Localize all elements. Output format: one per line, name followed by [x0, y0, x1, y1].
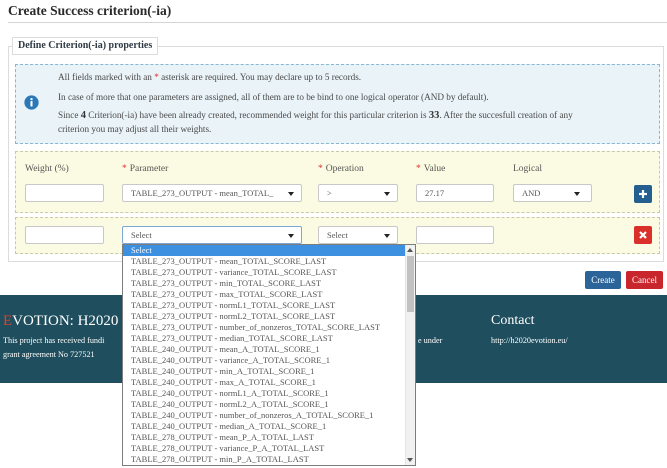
notice-text: All fields marked with an	[58, 72, 155, 82]
info-notice: All fields marked with an * asterisk are…	[15, 64, 660, 144]
value-input[interactable]	[416, 184, 494, 202]
column-header-label: Parameter	[129, 164, 169, 174]
notice-line-adjust-weights: criterion you may adjust all their weigh…	[58, 124, 212, 134]
page-title: Create Success criterion(-ia)	[8, 3, 172, 18]
dropdown-option[interactable]: TABLE_278_OUTPUT - variance_P_A_TOTAL_LA…	[123, 443, 405, 454]
parameter-dropdown-list[interactable]: Select TABLE_273_OUTPUT - mean_TOTAL_SCO…	[122, 244, 416, 466]
dropdown-option[interactable]: TABLE_273_OUTPUT - normL1_TOTAL_SCORE_LA…	[123, 300, 405, 311]
brand-name: VOTION: H2020	[12, 313, 119, 329]
funding-text: This project has received fundi	[3, 336, 105, 345]
criterion-row: Weight (%) * Parameter * Operation * Value …	[15, 151, 660, 213]
column-header-parameter: * Parameter	[122, 163, 168, 175]
required-asterisk: *	[416, 164, 421, 174]
dropdown-option[interactable]: TABLE_273_OUTPUT - number_of_nonzeros_TO…	[123, 322, 405, 333]
dropdown-scrollbar[interactable]	[405, 245, 415, 465]
parameter-select[interactable]: Select	[122, 226, 302, 244]
funding-text: e under	[418, 336, 443, 345]
notice-text: Since	[58, 110, 81, 120]
parameter-select[interactable]: TABLE_273_OUTPUT - mean_TOTAL_	[122, 184, 302, 202]
footer-brand: EVOTION: H2020	[3, 313, 118, 330]
operation-select-value: Select	[327, 230, 348, 240]
scrollbar-thumb[interactable]	[407, 256, 414, 312]
parameter-select-value: TABLE_273_OUTPUT - mean_TOTAL_	[131, 188, 274, 198]
weight-input[interactable]	[25, 184, 104, 202]
recommended-weight: 33	[428, 110, 440, 121]
weight-input[interactable]	[25, 226, 104, 244]
dropdown-option[interactable]: TABLE_240_OUTPUT - median_A_TOTAL_SCORE_…	[123, 421, 405, 432]
title-divider	[8, 22, 667, 23]
notice-line-recommended-weight: Since 4 Criterion(-ia) have been already…	[58, 109, 573, 122]
dropdown-option[interactable]: TABLE_273_OUTPUT - mean_TOTAL_SCORE_LAST	[123, 256, 405, 267]
dropdown-option[interactable]: TABLE_278_OUTPUT - min_P_A_TOTAL_LAST	[123, 454, 405, 465]
dropdown-options: Select TABLE_273_OUTPUT - mean_TOTAL_SCO…	[123, 245, 405, 465]
dropdown-option[interactable]: TABLE_240_OUTPUT - normL2_A_TOTAL_SCORE_…	[123, 399, 405, 410]
contact-heading: Contact	[491, 313, 535, 328]
notice-line-logical-operator: In case of more that one parameters are …	[58, 92, 489, 102]
add-row-button[interactable]	[634, 185, 652, 203]
operation-select[interactable]: >	[318, 184, 398, 202]
notice-text: Criterion(-ia) have been already created…	[85, 110, 429, 120]
chevron-down-icon	[384, 234, 390, 238]
operation-select-value: >	[327, 188, 332, 198]
dropdown-option[interactable]: TABLE_240_OUTPUT - variance_A_TOTAL_SCOR…	[123, 355, 405, 366]
dropdown-option[interactable]: TABLE_240_OUTPUT - min_A_TOTAL_SCORE_1	[123, 366, 405, 377]
logical-select-value: AND	[522, 188, 541, 198]
operation-select[interactable]: Select	[318, 226, 398, 244]
column-header-label: Value	[423, 164, 446, 174]
required-asterisk: *	[122, 164, 127, 174]
chevron-down-icon	[574, 192, 580, 196]
dropdown-option[interactable]: TABLE_240_OUTPUT - normL1_A_TOTAL_SCORE_…	[123, 388, 405, 399]
dropdown-option[interactable]: TABLE_240_OUTPUT - max_A_TOTAL_SCORE_1	[123, 377, 405, 388]
chevron-down-icon	[384, 192, 390, 196]
dropdown-option[interactable]: TABLE_273_OUTPUT - normL2_TOTAL_SCORE_LA…	[123, 311, 405, 322]
dropdown-option[interactable]: TABLE_273_OUTPUT - max_TOTAL_SCORE_LAST	[123, 289, 405, 300]
scroll-up-arrow-icon[interactable]	[407, 248, 413, 252]
fieldset-legend: Define Criterion(-ia) properties	[12, 37, 159, 55]
logical-select[interactable]: AND	[513, 184, 592, 202]
dropdown-option[interactable]: TABLE_273_OUTPUT - median_TOTAL_SCORE_LA…	[123, 333, 405, 344]
contact-link[interactable]: http://h2020evotion.eu/	[491, 336, 568, 346]
column-header-logical: Logical	[513, 164, 543, 174]
notice-text: asterisk are required. You may declare u…	[158, 72, 362, 82]
required-asterisk: *	[318, 164, 323, 174]
chevron-down-icon	[288, 192, 294, 196]
scroll-down-arrow-icon[interactable]	[407, 458, 413, 462]
notice-line-required-fields: All fields marked with an * asterisk are…	[58, 71, 361, 83]
chevron-down-icon	[288, 234, 294, 238]
parameter-select-value: Select	[131, 230, 152, 240]
notice-text: . After the succesfull creation of any	[439, 110, 573, 120]
column-header-weight: Weight (%)	[25, 164, 69, 174]
brand-initial: E	[3, 313, 13, 329]
grant-agreement-text: grant agreement No 727521	[3, 350, 95, 359]
create-button[interactable]: Create	[585, 271, 621, 289]
info-icon	[24, 95, 39, 110]
dropdown-option[interactable]: TABLE_273_OUTPUT - min_TOTAL_SCORE_LAST	[123, 278, 405, 289]
dropdown-option[interactable]: TABLE_278_OUTPUT - mean_P_A_TOTAL_LAST	[123, 432, 405, 443]
remove-row-button[interactable]	[634, 226, 652, 244]
column-header-operation: * Operation	[318, 163, 364, 175]
dropdown-option[interactable]: Select	[123, 245, 405, 256]
dropdown-option[interactable]: TABLE_240_OUTPUT - mean_A_TOTAL_SCORE_1	[123, 344, 405, 355]
value-input[interactable]	[416, 226, 494, 244]
column-header-label: Operation	[325, 164, 364, 174]
cancel-button[interactable]: Cancel	[626, 271, 663, 289]
close-icon	[639, 231, 647, 239]
column-header-value: * Value	[416, 163, 445, 175]
dropdown-option[interactable]: TABLE_273_OUTPUT - variance_TOTAL_SCORE_…	[123, 267, 405, 278]
dropdown-option[interactable]: TABLE_240_OUTPUT - number_of_nonzeros_A_…	[123, 410, 405, 421]
plus-icon	[639, 190, 647, 198]
